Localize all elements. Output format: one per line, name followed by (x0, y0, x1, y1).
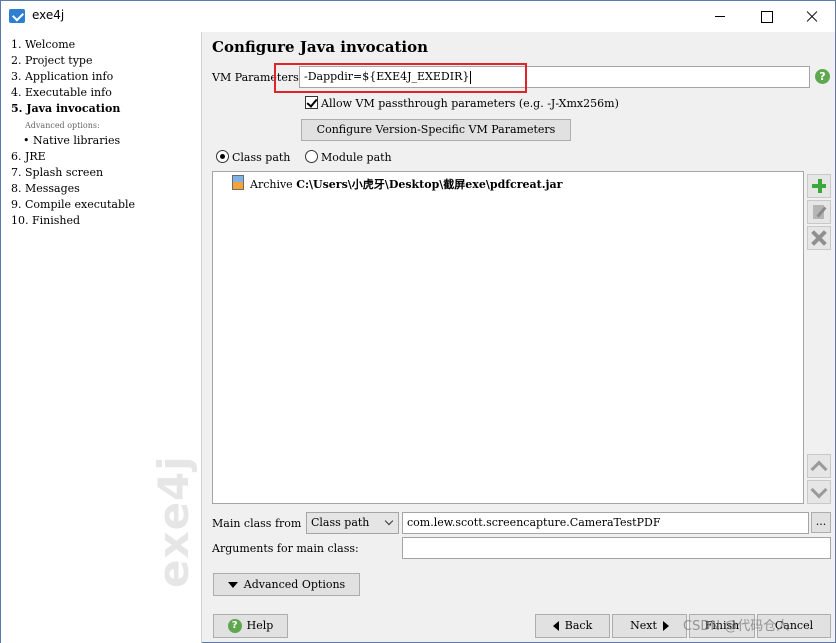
red-highlight-box (274, 63, 527, 93)
chevron-down-icon (384, 516, 394, 526)
arguments-label: Arguments for main class: (212, 542, 359, 555)
archive-jar-icon (232, 175, 244, 190)
step-finished[interactable]: 10. Finished (11, 214, 80, 227)
main-class-source-select[interactable]: Class path (306, 512, 399, 534)
step-application-info[interactable]: 3. Application info (11, 70, 113, 83)
step-jre[interactable]: 6. JRE (11, 150, 46, 163)
help-button-icon: ? (227, 619, 242, 633)
advanced-options-label: Advanced Options (243, 578, 346, 591)
main-class-field[interactable]: com.lew.scott.screencapture.CameraTestPD… (402, 512, 809, 534)
close-button[interactable] (789, 1, 835, 32)
next-button-label: Next (630, 619, 657, 632)
list-item-prefix: Archive (250, 178, 297, 191)
step-project-type[interactable]: 2. Project type (11, 54, 92, 67)
help-button[interactable]: ? Help (213, 614, 288, 638)
allow-passthrough-label: Allow VM passthrough parameters (e.g. -J… (321, 97, 619, 110)
app-icon (9, 9, 25, 23)
step-compile-executable[interactable]: 9. Compile executable (11, 198, 135, 211)
steps-panel: 1. Welcome 2. Project type 3. Applicatio… (1, 32, 202, 643)
main-class-label: Main class from (212, 517, 302, 530)
step-splash-screen[interactable]: 7. Splash screen (11, 166, 103, 179)
back-button-label: Back (564, 619, 593, 632)
page-title: Configure Java invocation (212, 38, 429, 56)
arguments-field[interactable] (402, 537, 831, 559)
move-down-button[interactable] (807, 480, 831, 504)
arrow-left-icon (552, 621, 559, 631)
list-item-path: C:\Users\小虎牙\Desktop\截屏exe\pdfcreat.jar (296, 178, 563, 191)
maximize-button[interactable] (743, 1, 789, 32)
step-welcome[interactable]: 1. Welcome (11, 38, 75, 51)
step-java-invocation[interactable]: 5. Java invocation (11, 102, 120, 115)
class-path-radio[interactable] (216, 150, 229, 163)
edit-entry-button[interactable] (807, 200, 831, 224)
class-path-label: Class path (232, 151, 291, 164)
add-entry-button[interactable] (807, 174, 831, 198)
main-class-source-value: Class path (311, 516, 370, 529)
exe4j-watermark: exe4j (149, 455, 198, 588)
window-title: exe4j (32, 8, 65, 22)
configure-vm-parameters-button[interactable]: Configure Version-Specific VM Parameters (301, 119, 571, 141)
class-path-list[interactable]: Archive C:\Users\小虎牙\Desktop\截屏exe\pdfcr… (212, 171, 804, 504)
move-up-button[interactable] (807, 454, 831, 478)
help-button-label: Help (246, 619, 274, 632)
advanced-options-button[interactable]: Advanced Options (213, 573, 360, 596)
step-native-libraries[interactable]: • Native libraries (23, 134, 120, 147)
remove-entry-button[interactable] (807, 226, 831, 250)
csdn-watermark: CSDN @代码仓人 (683, 619, 790, 634)
advanced-options-heading: Advanced options: (25, 121, 100, 130)
back-button[interactable]: Back (535, 614, 610, 638)
title-bar: exe4j (1, 1, 835, 32)
list-item[interactable]: Archive C:\Users\小虎牙\Desktop\截屏exe\pdfcr… (250, 176, 562, 192)
allow-passthrough-checkbox[interactable] (305, 96, 318, 109)
help-icon[interactable]: ? (815, 69, 830, 84)
triangle-down-icon (227, 582, 238, 588)
exe4j-window: exe4j 1. Welcome 2. Project type 3. Appl… (0, 0, 836, 643)
module-path-radio[interactable] (305, 150, 318, 163)
step-messages[interactable]: 8. Messages (11, 182, 80, 195)
browse-main-class-button[interactable]: ... (811, 512, 831, 533)
minimize-button[interactable] (697, 1, 743, 32)
step-executable-info[interactable]: 4. Executable info (11, 86, 112, 99)
module-path-label: Module path (321, 151, 392, 164)
next-button[interactable]: Next (612, 614, 687, 638)
arrow-right-icon (662, 621, 669, 631)
